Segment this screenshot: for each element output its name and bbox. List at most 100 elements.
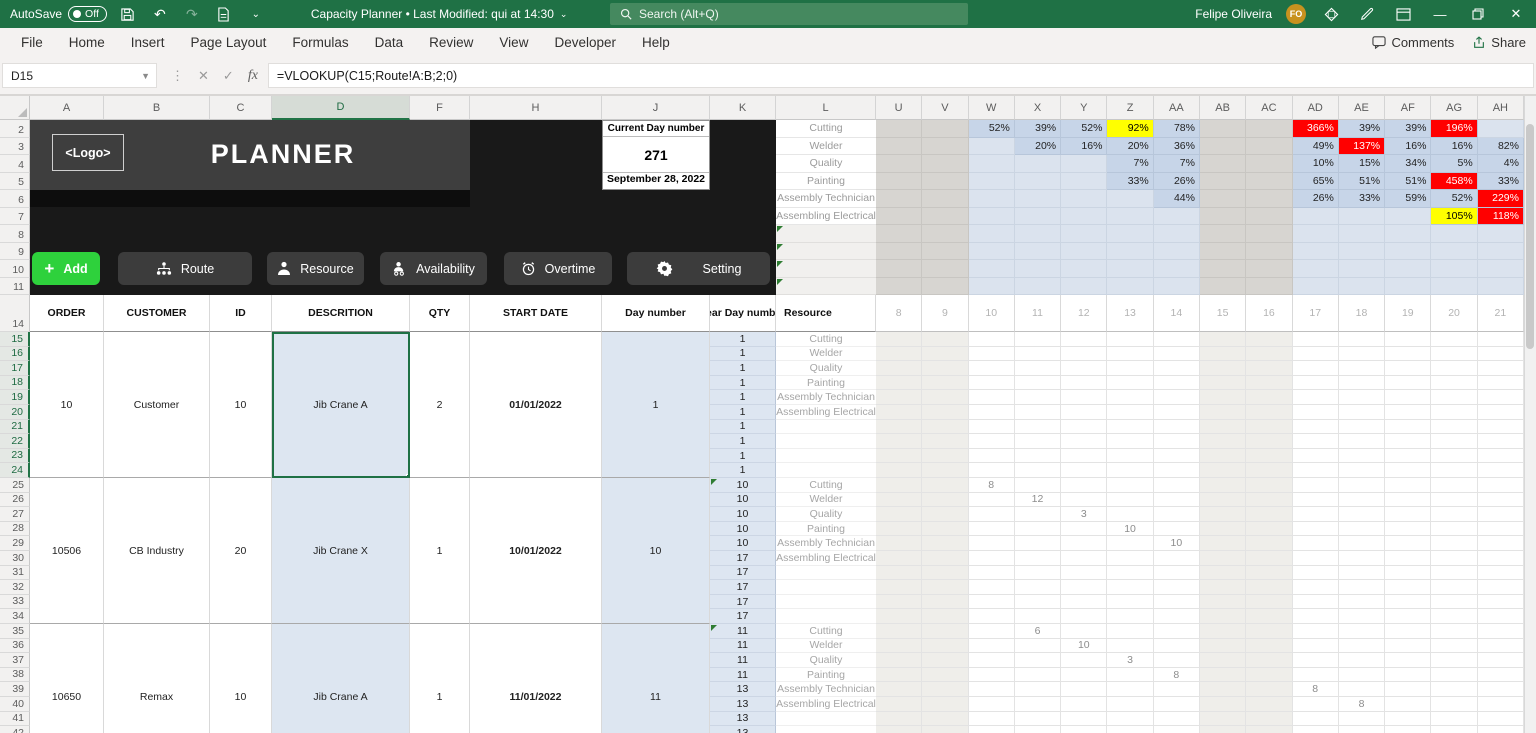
day-grid-cell[interactable] (1478, 463, 1524, 478)
customer-cell[interactable]: Customer (104, 332, 210, 478)
day-grid-cell[interactable] (1293, 390, 1339, 405)
row-header-2[interactable]: 2 (0, 120, 30, 138)
day-grid-cell[interactable] (1200, 493, 1246, 508)
capacity-cell[interactable] (876, 155, 922, 173)
capacity-cell[interactable] (1246, 225, 1292, 243)
capacity-cell[interactable] (1339, 208, 1385, 226)
day-grid-cell[interactable] (1246, 390, 1292, 405)
capacity-cell[interactable]: 105% (1431, 208, 1477, 226)
day-grid-cell[interactable] (1061, 493, 1107, 508)
day-grid-cell[interactable] (1385, 653, 1431, 668)
day-grid-cell[interactable] (1385, 639, 1431, 654)
namebox-dropdown-icon[interactable]: ▼ (141, 71, 150, 81)
day-grid-cell[interactable] (1478, 726, 1524, 733)
column-header-V[interactable]: V (922, 96, 968, 120)
capacity-cell[interactable]: 92% (1107, 120, 1153, 138)
column-header-H[interactable]: H (470, 96, 602, 120)
day-grid-cell[interactable] (1385, 493, 1431, 508)
cancel-entry-icon[interactable]: ✕ (198, 68, 209, 84)
day-grid-cell[interactable] (969, 653, 1015, 668)
day-grid-cell[interactable] (1478, 653, 1524, 668)
capacity-cell[interactable] (969, 243, 1015, 261)
description-cell[interactable]: Jib Crane X (272, 478, 410, 624)
day-grid-cell[interactable] (1293, 639, 1339, 654)
day-grid-cell[interactable] (1107, 682, 1153, 697)
capacity-cell[interactable] (1061, 243, 1107, 261)
resource-cell[interactable]: Cutting (776, 478, 876, 493)
ribbon-tab-home[interactable]: Home (56, 28, 118, 57)
overtime-button[interactable]: Overtime (504, 252, 612, 285)
year-day-cell[interactable]: 11 (710, 639, 776, 654)
day-grid-cell[interactable] (1015, 507, 1061, 522)
day-grid-cell[interactable] (969, 507, 1015, 522)
day-grid-cell[interactable] (922, 653, 968, 668)
day-grid-cell[interactable] (1200, 347, 1246, 362)
day-grid-cell[interactable] (876, 507, 922, 522)
capacity-cell[interactable] (1246, 208, 1292, 226)
capacity-cell[interactable] (876, 138, 922, 156)
capacity-cell[interactable] (1385, 208, 1431, 226)
day-grid-cell[interactable] (1107, 507, 1153, 522)
day-grid-cell[interactable] (1200, 332, 1246, 347)
day-grid-cell[interactable] (1293, 332, 1339, 347)
day-grid-cell[interactable] (1246, 712, 1292, 727)
day-grid-cell[interactable] (1154, 507, 1200, 522)
day-grid-cell[interactable] (1061, 463, 1107, 478)
day-grid-cell[interactable]: 10 (1154, 536, 1200, 551)
day-grid-cell[interactable] (1015, 463, 1061, 478)
day-grid-cell[interactable] (1431, 376, 1477, 391)
day-grid-cell[interactable] (1200, 376, 1246, 391)
select-all-corner[interactable] (0, 96, 30, 120)
day-grid-cell[interactable] (1200, 609, 1246, 624)
resource-cell[interactable] (776, 566, 876, 581)
day-grid-cell[interactable] (1293, 609, 1339, 624)
day-grid-cell[interactable] (1339, 376, 1385, 391)
capacity-cell[interactable] (1015, 243, 1061, 261)
capacity-cell[interactable] (1154, 260, 1200, 278)
capacity-cell[interactable] (922, 208, 968, 226)
day-grid-cell[interactable] (1339, 609, 1385, 624)
day-grid-cell[interactable] (1385, 536, 1431, 551)
restore-button[interactable] (1466, 2, 1490, 26)
column-header-C[interactable]: C (210, 96, 272, 120)
row-header-14[interactable]: 14 (0, 295, 30, 332)
day-grid-cell[interactable] (1246, 449, 1292, 464)
day-grid-cell[interactable] (1154, 449, 1200, 464)
day-grid-cell[interactable] (1385, 390, 1431, 405)
day-grid-cell[interactable] (1200, 434, 1246, 449)
capacity-cell[interactable] (1107, 278, 1153, 296)
day-grid-cell[interactable] (1478, 712, 1524, 727)
day-grid-cell[interactable] (1431, 682, 1477, 697)
capacity-cell[interactable]: 26% (1154, 173, 1200, 191)
capacity-cell[interactable]: 366% (1293, 120, 1339, 138)
row-header-22[interactable]: 22 (0, 434, 30, 449)
day-grid-cell[interactable] (1339, 434, 1385, 449)
day-grid-cell[interactable] (1293, 712, 1339, 727)
day-grid-cell[interactable] (876, 361, 922, 376)
capacity-cell[interactable] (1200, 208, 1246, 226)
year-day-cell[interactable]: 11 (710, 653, 776, 668)
day-grid-cell[interactable] (876, 712, 922, 727)
resource-cell[interactable]: Assembly Technician (776, 390, 876, 405)
day-grid-cell[interactable] (876, 347, 922, 362)
day-grid-cell[interactable] (1015, 580, 1061, 595)
day-grid-cell[interactable] (1154, 376, 1200, 391)
day-grid-cell[interactable] (1385, 463, 1431, 478)
column-header-AF[interactable]: AF (1385, 96, 1431, 120)
capacity-cell[interactable] (1385, 225, 1431, 243)
capacity-cell[interactable] (1200, 278, 1246, 296)
capacity-cell[interactable] (1200, 260, 1246, 278)
day-grid-cell[interactable] (1015, 347, 1061, 362)
capacity-cell[interactable] (1061, 278, 1107, 296)
column-header-A[interactable]: A (30, 96, 104, 120)
day-grid-cell[interactable] (1293, 726, 1339, 733)
year-day-cell[interactable]: 1 (710, 405, 776, 420)
day-grid-cell[interactable] (1107, 478, 1153, 493)
capacity-cell[interactable] (1431, 260, 1477, 278)
avatar[interactable]: FO (1286, 4, 1306, 24)
day-grid-cell[interactable] (969, 726, 1015, 733)
day-grid-cell[interactable] (1061, 522, 1107, 537)
day-grid-cell[interactable] (1431, 347, 1477, 362)
day-grid-cell[interactable] (1431, 420, 1477, 435)
capacity-cell[interactable] (1107, 243, 1153, 261)
